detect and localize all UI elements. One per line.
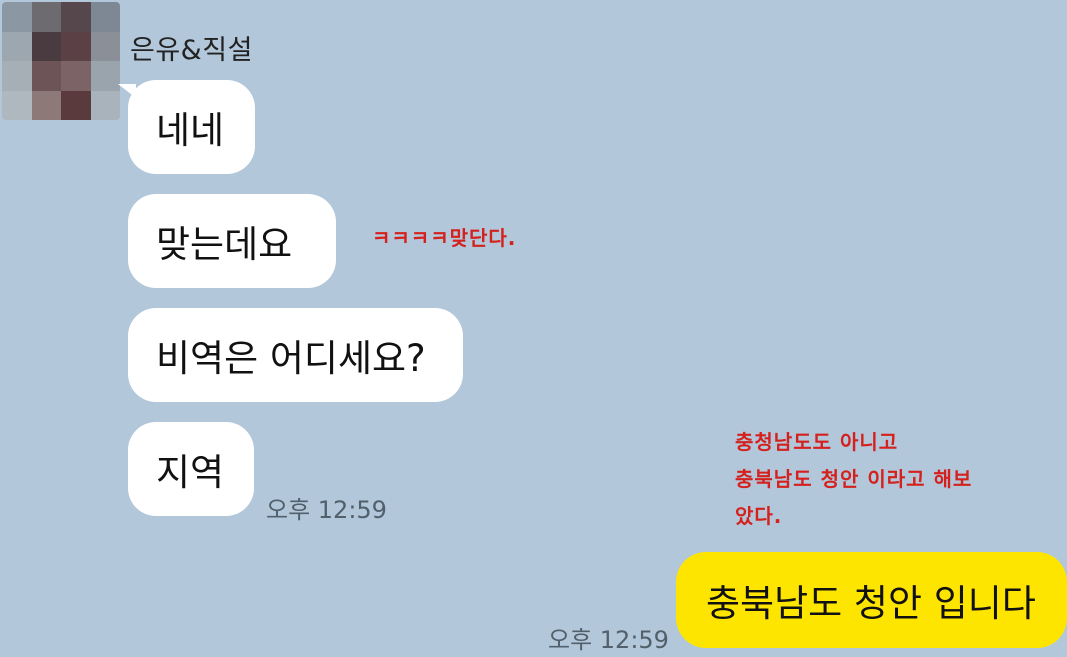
message-bubble[interactable]: 맞는데요 [128,194,336,288]
sender-name: 은유&직설 [130,35,253,66]
annotation-note: 충청남도도 아니고 충북남도 청안 이라고 해보 았다. [735,424,972,535]
avatar[interactable] [2,2,120,120]
message-timestamp: 오후 12:59 [266,496,387,524]
message-text: 맞는데요 [156,223,293,266]
message-text: 지역 [156,451,225,494]
message-bubble-outgoing[interactable]: 충북남도 청안 입니다 [676,552,1067,648]
message-timestamp: 오후 12:59 [548,626,669,654]
annotation-line: 충북남도 청안 이라고 해보 [735,467,973,491]
message-bubble[interactable]: 비역은 어디세요? [128,308,463,402]
message-bubble[interactable]: 네네 [118,80,255,174]
message-bubble[interactable]: 지역 [128,422,254,516]
annotation-note: ㅋㅋㅋㅋ맞단다. [372,226,517,250]
message-text: 충북남도 청안 입니다 [706,582,1036,625]
message-text: 네네 [156,109,225,152]
message-text: 비역은 어디세요? [156,337,426,380]
annotation-line: 았다. [735,504,783,528]
annotation-line: 충청남도도 아니고 [735,430,899,454]
